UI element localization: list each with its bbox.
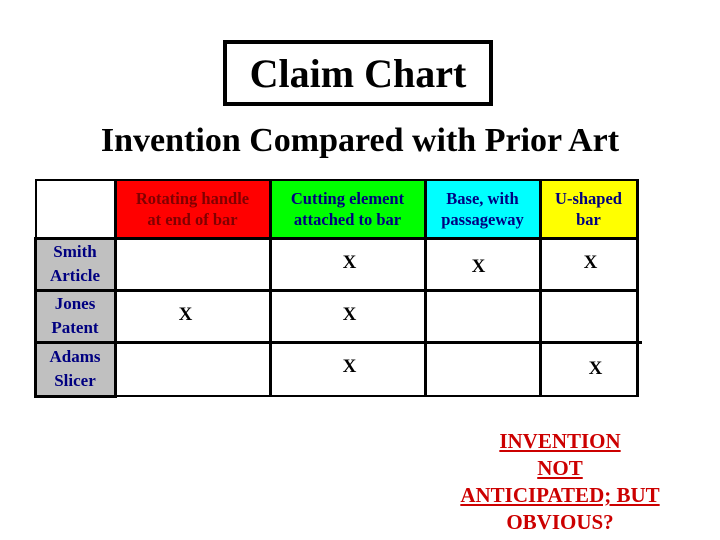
- corner-cell: [35, 180, 115, 238]
- grid-line: [34, 395, 116, 398]
- column-header-rotating-handle: Rotating handle at end of bar: [115, 180, 270, 238]
- grid-line: [116, 395, 638, 397]
- table-cell: [115, 238, 270, 290]
- grid-line: [636, 179, 639, 397]
- table-cell: X: [425, 238, 540, 290]
- grid-line: [115, 179, 638, 181]
- cell-mark: X: [342, 356, 357, 377]
- grid-line: [34, 341, 642, 344]
- grid-line: [34, 237, 37, 398]
- header-line: at end of bar: [147, 210, 238, 229]
- title-box: Claim Chart: [223, 40, 493, 106]
- chart-title: Claim Chart: [249, 50, 467, 96]
- grid-line: [424, 179, 427, 397]
- cell-mark: X: [178, 304, 193, 325]
- header-line: bar: [576, 210, 601, 229]
- header-line: attached to bar: [293, 210, 402, 229]
- grid-line: [539, 179, 542, 397]
- table-cell: [425, 290, 540, 342]
- row-label-line: Jones: [54, 294, 96, 313]
- header-line: Cutting element: [290, 189, 405, 208]
- grid-line: [34, 289, 638, 292]
- row-label-line: Article: [49, 266, 101, 285]
- grid-line: [114, 179, 117, 398]
- cell-mark: X: [342, 304, 357, 325]
- table-cell: X: [540, 238, 637, 290]
- verdict-line: ANTICIPATED; BUT: [460, 483, 660, 507]
- row-header-smith-article: Smith Article: [35, 238, 115, 290]
- cell-mark: X: [342, 252, 357, 273]
- table-cell: [425, 342, 540, 396]
- cell-mark: X: [588, 358, 603, 379]
- table-cell: X: [270, 342, 425, 396]
- header-line: Base, with: [446, 189, 519, 208]
- row-label-line: Smith: [53, 242, 97, 261]
- table-cell: [115, 342, 270, 396]
- row-header-adams-slicer: Adams Slicer: [35, 342, 115, 396]
- header-line: passageway: [441, 210, 524, 229]
- row-label-line: Slicer: [54, 371, 96, 390]
- cell-mark: X: [471, 256, 486, 277]
- row-header-jones-patent: Jones Patent: [35, 290, 115, 342]
- column-header-cutting-element: Cutting element attached to bar: [270, 180, 425, 238]
- verdict-line: INVENTION: [499, 429, 621, 453]
- header-line: U-shaped: [555, 189, 622, 208]
- table-cell: X: [115, 290, 270, 342]
- grid-line: [35, 179, 37, 238]
- row-label-line: Patent: [51, 318, 99, 337]
- verdict-line: NOT: [537, 456, 583, 480]
- verdict-line: OBVIOUS?: [506, 510, 614, 534]
- verdict-note: INVENTION NOT ANTICIPATED; BUT OBVIOUS?: [440, 428, 680, 536]
- table-cell: X: [270, 290, 425, 342]
- column-header-base: Base, with passageway: [425, 180, 540, 238]
- table-cell: [540, 290, 637, 342]
- column-header-u-shaped-bar: U-shaped bar: [540, 180, 637, 238]
- header-line: Rotating handle: [135, 189, 250, 208]
- grid-line: [269, 179, 272, 397]
- table-cell: X: [540, 342, 637, 396]
- grid-line: [35, 179, 115, 181]
- table-cell: X: [270, 238, 425, 290]
- subtitle: Invention Compared with Prior Art: [100, 122, 620, 159]
- row-label-line: Adams: [49, 347, 101, 366]
- cell-mark: X: [583, 252, 598, 273]
- grid-line: [34, 237, 638, 240]
